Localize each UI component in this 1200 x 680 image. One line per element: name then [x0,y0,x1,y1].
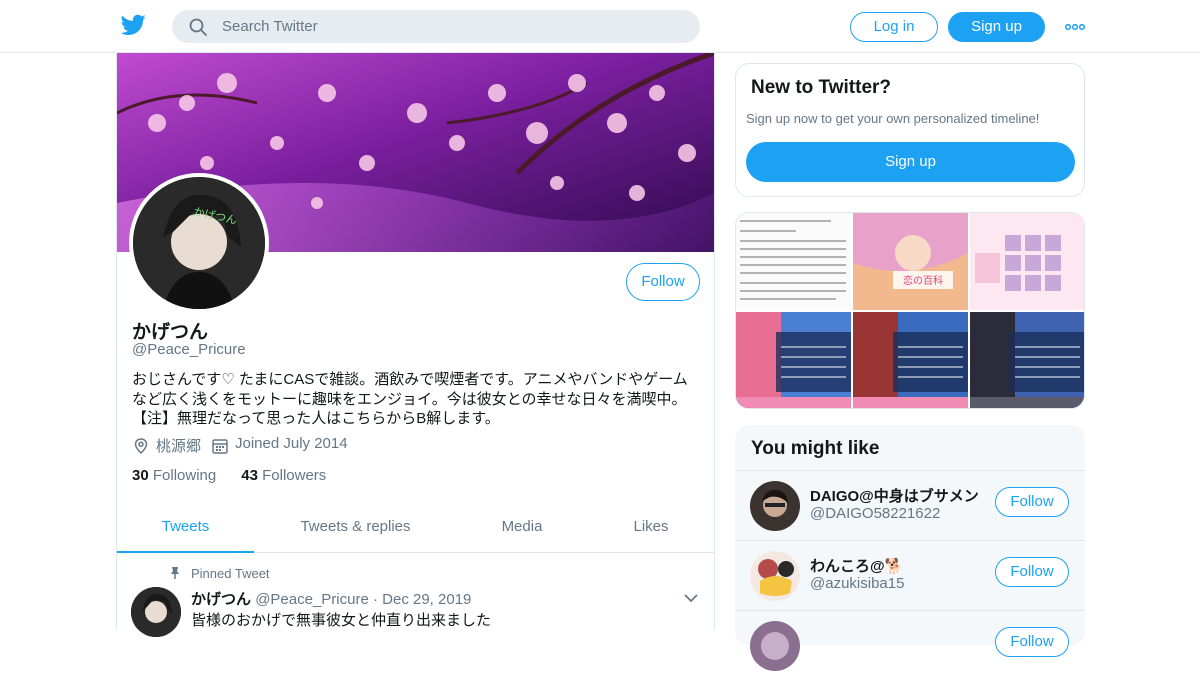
media-thumbnail[interactable]: 恋の百科 [853,213,968,310]
pin-icon [171,567,179,579]
profile-bio: おじさんです♡ たまにCASで雑談。酒飲みで喫煙者です。アニメやバンドやゲームな… [132,371,688,427]
signup-card-button[interactable]: Sign up [746,142,1075,182]
tweet-author-handle[interactable]: @Peace_Pricure [255,591,369,608]
suggested-user-handle: @azukisiba15 [810,575,905,592]
profile-stats: 30 Following 43 Followers [132,467,326,484]
thumbnail-banner-text: 恋の百科 [903,274,943,287]
chevron-down-icon[interactable] [684,593,698,603]
profile-joined-date: Joined July 2014 [235,435,348,452]
suggested-user-avatar[interactable] [750,481,800,531]
followers-count: 43 [241,467,258,484]
card-collection-thumbnail [970,213,1084,310]
game-result-thumbnail [736,312,851,408]
suggested-user-name[interactable]: DAIGO@中身はブサメン [810,485,979,506]
game-result-thumbnail [853,312,968,408]
twitter-bird-icon[interactable] [121,14,146,36]
tab-tweets-and-replies[interactable]: Tweets & replies [267,505,444,553]
profile-tabs: Tweets Tweets & replies Media Likes [117,505,714,553]
followers-label: Followers [262,467,327,484]
new-to-twitter-title: New to Twitter? [751,77,892,98]
avatar-illustration: かげつん [133,177,265,309]
media-thumbnail[interactable] [853,312,968,408]
media-thumbnail[interactable] [970,312,1084,408]
profile-location: 桃源郷 [156,438,202,455]
tweet-header: かげつん @Peace_Pricure · Dec 29, 2019 [191,588,471,609]
search-input[interactable] [222,10,682,43]
tweet-text: 皆様のおかげで無事彼女と仲直り出来ました [191,612,492,629]
profile-avatar[interactable]: かげつん [129,173,269,313]
media-thumbnail[interactable] [736,312,851,408]
tab-likes[interactable]: Likes [604,505,698,553]
tweet-date[interactable]: · Dec 29, 2019 [373,591,471,608]
pinned-tweet-label: Pinned Tweet [191,566,270,581]
following-count: 30 [132,467,149,484]
follow-button[interactable]: Follow [626,263,700,301]
followers-link[interactable]: 43 Followers [241,467,326,484]
media-thumbnail-grid: 恋の百科 [735,212,1085,409]
media-thumbnail[interactable] [736,213,851,310]
login-button[interactable]: Log in [850,12,938,42]
media-thumbnail[interactable] [970,213,1084,310]
you-might-like-title: You might like [751,438,880,459]
suggested-user-handle: @DAIGO58221622 [810,505,941,522]
tweet-author-name[interactable]: かげつん [191,591,251,608]
avatar-photo [750,551,800,601]
following-label: Following [152,467,217,484]
profile-column: かげつん Follow かげつん @Peace_Pricure おじさんです♡ … [116,53,715,637]
new-to-twitter-card: New to Twitter? Sign up now to get your … [735,63,1085,197]
suggested-user-follow-button[interactable]: Follow [995,557,1069,587]
avatar-photo [750,481,800,531]
new-to-twitter-subtitle: Sign up now to get your own personalized… [746,111,1040,126]
suggested-user-avatar[interactable] [750,551,800,601]
location-icon [134,438,148,454]
profile-name: かげつん [132,322,209,343]
calendar-icon [212,439,228,454]
suggested-user-row[interactable]: Follow [735,610,1085,680]
suggested-user-name[interactable]: わんころ@🐕 [810,555,903,576]
more-options-icon[interactable] [1065,24,1085,30]
you-might-like-card: You might like DAIGO@中身はブサメン @DAIGO58221… [735,425,1085,671]
suggested-user-row[interactable]: DAIGO@中身はブサメン @DAIGO58221622 Follow [735,470,1085,540]
suggested-user-follow-button[interactable]: Follow [995,487,1069,517]
profile-handle: @Peace_Pricure [132,341,246,358]
anime-card-thumbnail: 恋の百科 [853,213,968,310]
suggested-user-row[interactable]: わんころ@🐕 @azukisiba15 Follow [735,540,1085,610]
suggested-user-follow-button[interactable]: Follow [995,627,1069,657]
text-document-thumbnail [740,220,846,300]
top-navigation-bar: Log in Sign up [0,0,1200,53]
suggested-user-avatar[interactable] [750,621,800,671]
avatar-photo [750,621,800,671]
search-bar[interactable] [172,10,700,43]
signup-button[interactable]: Sign up [948,12,1045,42]
tab-media[interactable]: Media [462,505,582,553]
tab-tweets[interactable]: Tweets [117,505,254,553]
game-result-thumbnail [970,312,1084,408]
search-icon [189,18,207,36]
following-link[interactable]: 30 Following [132,467,216,484]
